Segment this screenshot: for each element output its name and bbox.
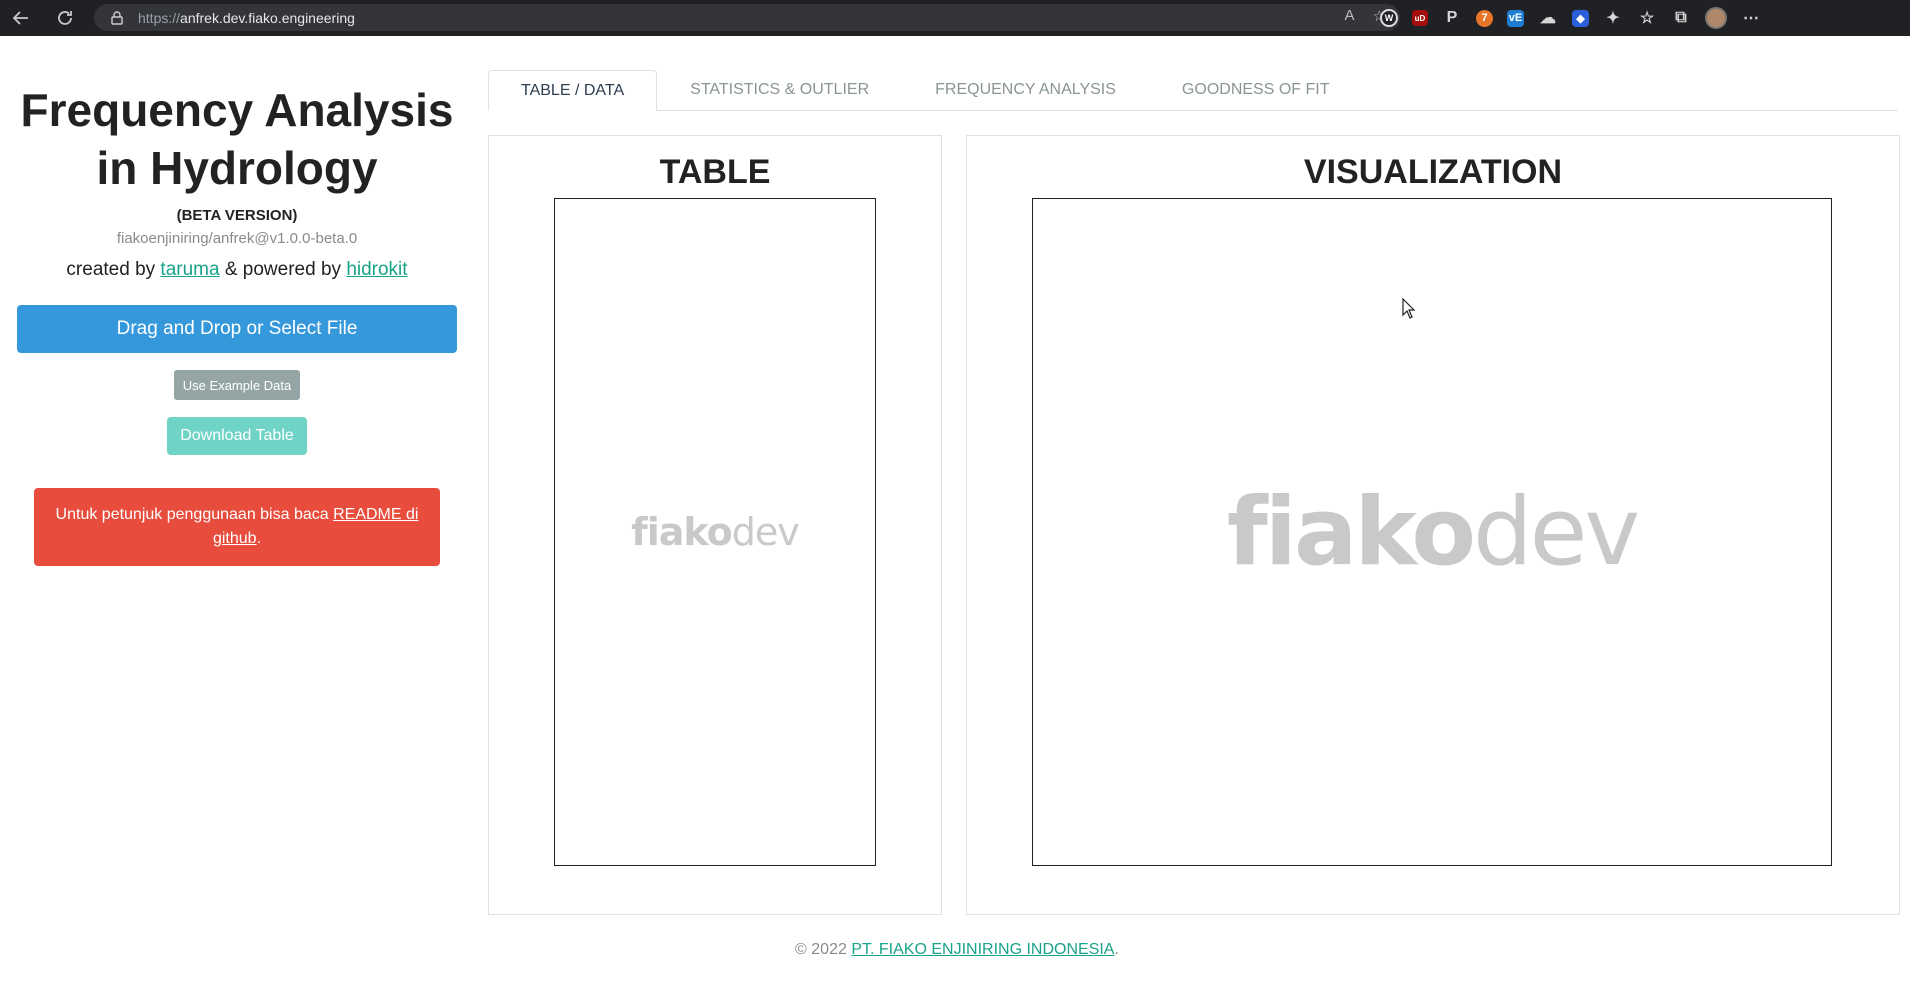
extensions-puzzle-icon[interactable]: ✦ [1603,8,1623,28]
tab-statistics-outlier[interactable]: STATISTICS & OUTLIER [657,70,902,110]
tab-table-data[interactable]: TABLE / DATA [488,70,658,111]
upload-file-button[interactable]: Drag and Drop or Select File [17,305,457,353]
visualization-placeholder: fiakodev [1032,198,1832,866]
use-example-data-button[interactable]: Use Example Data [173,370,301,400]
readme-alert: Untuk petunjuk penggunaan bisa baca READ… [34,488,440,566]
fiakodev-watermark-large: fiakodev [1226,477,1640,587]
sidebar: Frequency Analysis in Hydrology (BETA VE… [14,36,460,566]
extension-w-icon[interactable]: W [1380,9,1398,27]
extension-shield-icon[interactable]: ◆ [1572,9,1589,27]
refresh-icon[interactable] [50,3,80,33]
tab-goodness-of-fit[interactable]: GOODNESS OF FIT [1149,70,1363,110]
extension-p-icon[interactable]: P [1442,8,1462,28]
beta-label: (BETA VERSION) [176,207,298,224]
more-menu-icon[interactable]: ⋯ [1741,8,1761,28]
mouse-cursor-icon [1402,298,1416,319]
extensions-bar: W uD P 7 vE ☁ ◆ ✦ ☆ ⧉ ⋯ [1380,3,1761,33]
main-tabs: TABLE / DATA STATISTICS & OUTLIER FREQUE… [488,70,1898,111]
browser-toolbar: https://anfrek.dev.fiako.engineering A ☆… [0,0,1910,36]
url-text: https://anfrek.dev.fiako.engineering [138,9,355,26]
cloud-extension-icon[interactable]: ☁ [1538,8,1558,28]
visualization-title: VISUALIZATION [1303,153,1563,191]
tab-frequency-analysis[interactable]: FREQUENCY ANALYSIS [902,70,1149,110]
ublock-icon[interactable]: uD [1412,10,1428,26]
credits-line: created by taruma & powered by hidrokit [66,259,408,280]
extension-ve-icon[interactable]: vE [1507,9,1524,27]
hidrokit-link[interactable]: hidrokit [346,259,407,280]
read-aloud-icon[interactable]: A [1345,7,1355,25]
table-placeholder: fiakodev [554,198,876,866]
footer: © 2022 PT. FIAKO ENJINIRING INDONESIA. [795,941,1119,958]
lock-icon[interactable] [110,10,124,26]
fiakodev-watermark: fiakodev [631,510,800,554]
back-icon[interactable] [6,3,36,33]
version-label: fiakoenjiniring/anfrek@v1.0.0-beta.0 [116,230,358,247]
extension-orange-icon[interactable]: 7 [1476,9,1493,27]
company-link[interactable]: PT. FIAKO ENJINIRING INDONESIA [851,941,1114,958]
table-panel: TABLE fiakodev [488,135,942,915]
profile-avatar[interactable] [1705,7,1727,29]
visualization-panel: VISUALIZATION fiakodev [966,135,1900,915]
app-title: Frequency Analysis in Hydrology [20,84,454,194]
favorites-icon[interactable]: ☆ [1637,8,1657,28]
download-table-button[interactable]: Download Table [167,417,307,455]
collections-icon[interactable]: ⧉ [1671,8,1691,28]
table-title: TABLE [659,153,771,191]
address-bar[interactable]: https://anfrek.dev.fiako.engineering A ☆ [94,4,1400,31]
author-link[interactable]: taruma [160,259,219,280]
